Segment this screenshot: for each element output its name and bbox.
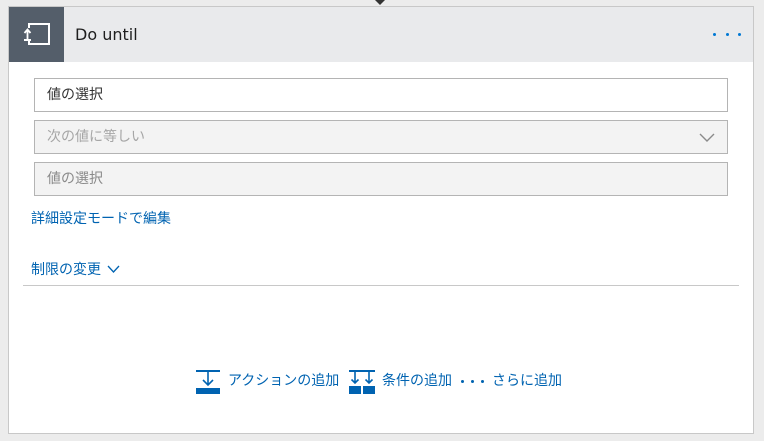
add-more-button[interactable]: さらに追加 (458, 367, 588, 397)
add-actions-bar: アクションの追加 条件の追加 さらに追加 (9, 367, 753, 397)
change-limits-label: 制限の変更 (31, 262, 101, 278)
add-condition-icon (349, 370, 375, 394)
more-options-icon[interactable] (713, 27, 741, 41)
add-action-icon (196, 370, 220, 394)
add-action-button[interactable]: アクションの追加 (195, 367, 355, 397)
change-limits-link[interactable]: 制限の変更 (31, 259, 120, 279)
advanced-mode-link[interactable]: 詳細設定モードで編集 (31, 208, 171, 228)
left-value-input[interactable]: 値の選択 (34, 78, 728, 112)
operator-selected-value: 次の値に等しい (47, 129, 145, 145)
card-title: Do until (75, 25, 138, 44)
do-until-card: Do until 値の選択 次の値に等しい 値の選択 詳細設定モードで編集 制限… (8, 6, 754, 434)
chevron-down-icon (107, 265, 120, 273)
add-action-label: アクションの追加 (228, 373, 340, 389)
chevron-down-icon (699, 133, 715, 142)
operator-dropdown[interactable]: 次の値に等しい (34, 120, 728, 154)
add-condition-button[interactable]: 条件の追加 (348, 367, 458, 397)
more-dots-icon (461, 380, 484, 383)
add-condition-label: 条件の追加 (382, 373, 452, 389)
connector-arrow (374, 0, 386, 5)
loop-icon (9, 7, 64, 62)
add-more-label: さらに追加 (492, 373, 562, 389)
divider (23, 285, 739, 286)
card-header[interactable]: Do until (9, 7, 753, 62)
right-value-input[interactable]: 値の選択 (34, 162, 728, 196)
